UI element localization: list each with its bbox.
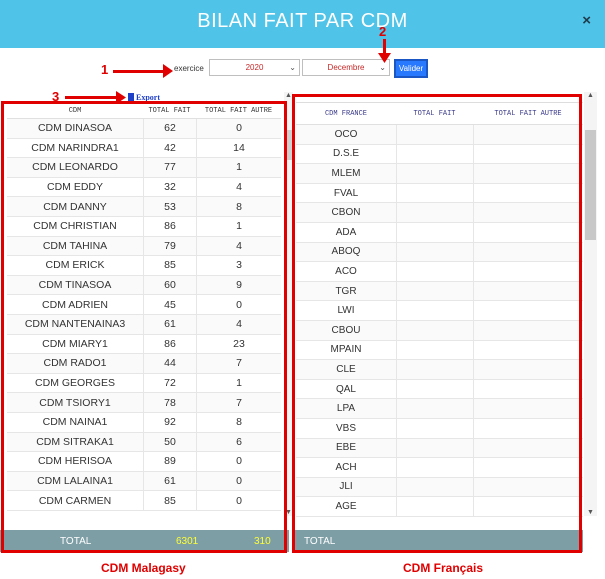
annotation-2: 2: [379, 24, 387, 39]
month-value: Decembre: [327, 63, 365, 72]
scroll-up-icon[interactable]: ▲: [285, 92, 292, 99]
exercice-label: exercice: [174, 64, 204, 73]
year-select[interactable]: 2020 ⌄: [209, 59, 300, 76]
arrow-2-shaft: [383, 39, 386, 54]
caption-france: CDM Français: [403, 561, 484, 575]
scroll-down-icon[interactable]: ▼: [587, 509, 594, 516]
scroll-up-icon[interactable]: ▲: [587, 92, 594, 99]
scrollbar-thumb[interactable]: [585, 130, 596, 240]
valider-button[interactable]: Valider: [394, 59, 428, 78]
modal-header: BILAN FAIT PAR CDM ×: [0, 0, 605, 48]
year-value: 2020: [245, 63, 264, 72]
close-icon[interactable]: ×: [582, 12, 591, 29]
month-select[interactable]: Decembre ⌄: [302, 59, 390, 76]
chevron-down-icon: ⌄: [289, 63, 296, 72]
arrow-1-shaft: [113, 70, 165, 73]
annotation-1: 1: [101, 62, 109, 77]
arrow-1-head: [163, 64, 173, 78]
filter-bar: exercice 2020 ⌄ Decembre ⌄ Valider: [0, 48, 605, 92]
arrow-2-head: [378, 53, 391, 63]
scrollbar[interactable]: ▲ ▼: [584, 92, 597, 516]
modal-title: BILAN FAIT PAR CDM: [197, 10, 408, 32]
caption-malagasy: CDM Malagasy: [101, 561, 186, 575]
arrow-3-shaft: [65, 96, 118, 99]
file-icon: [128, 93, 134, 101]
highlight-box-france: [292, 94, 582, 553]
highlight-box-malagasy: [1, 101, 287, 553]
